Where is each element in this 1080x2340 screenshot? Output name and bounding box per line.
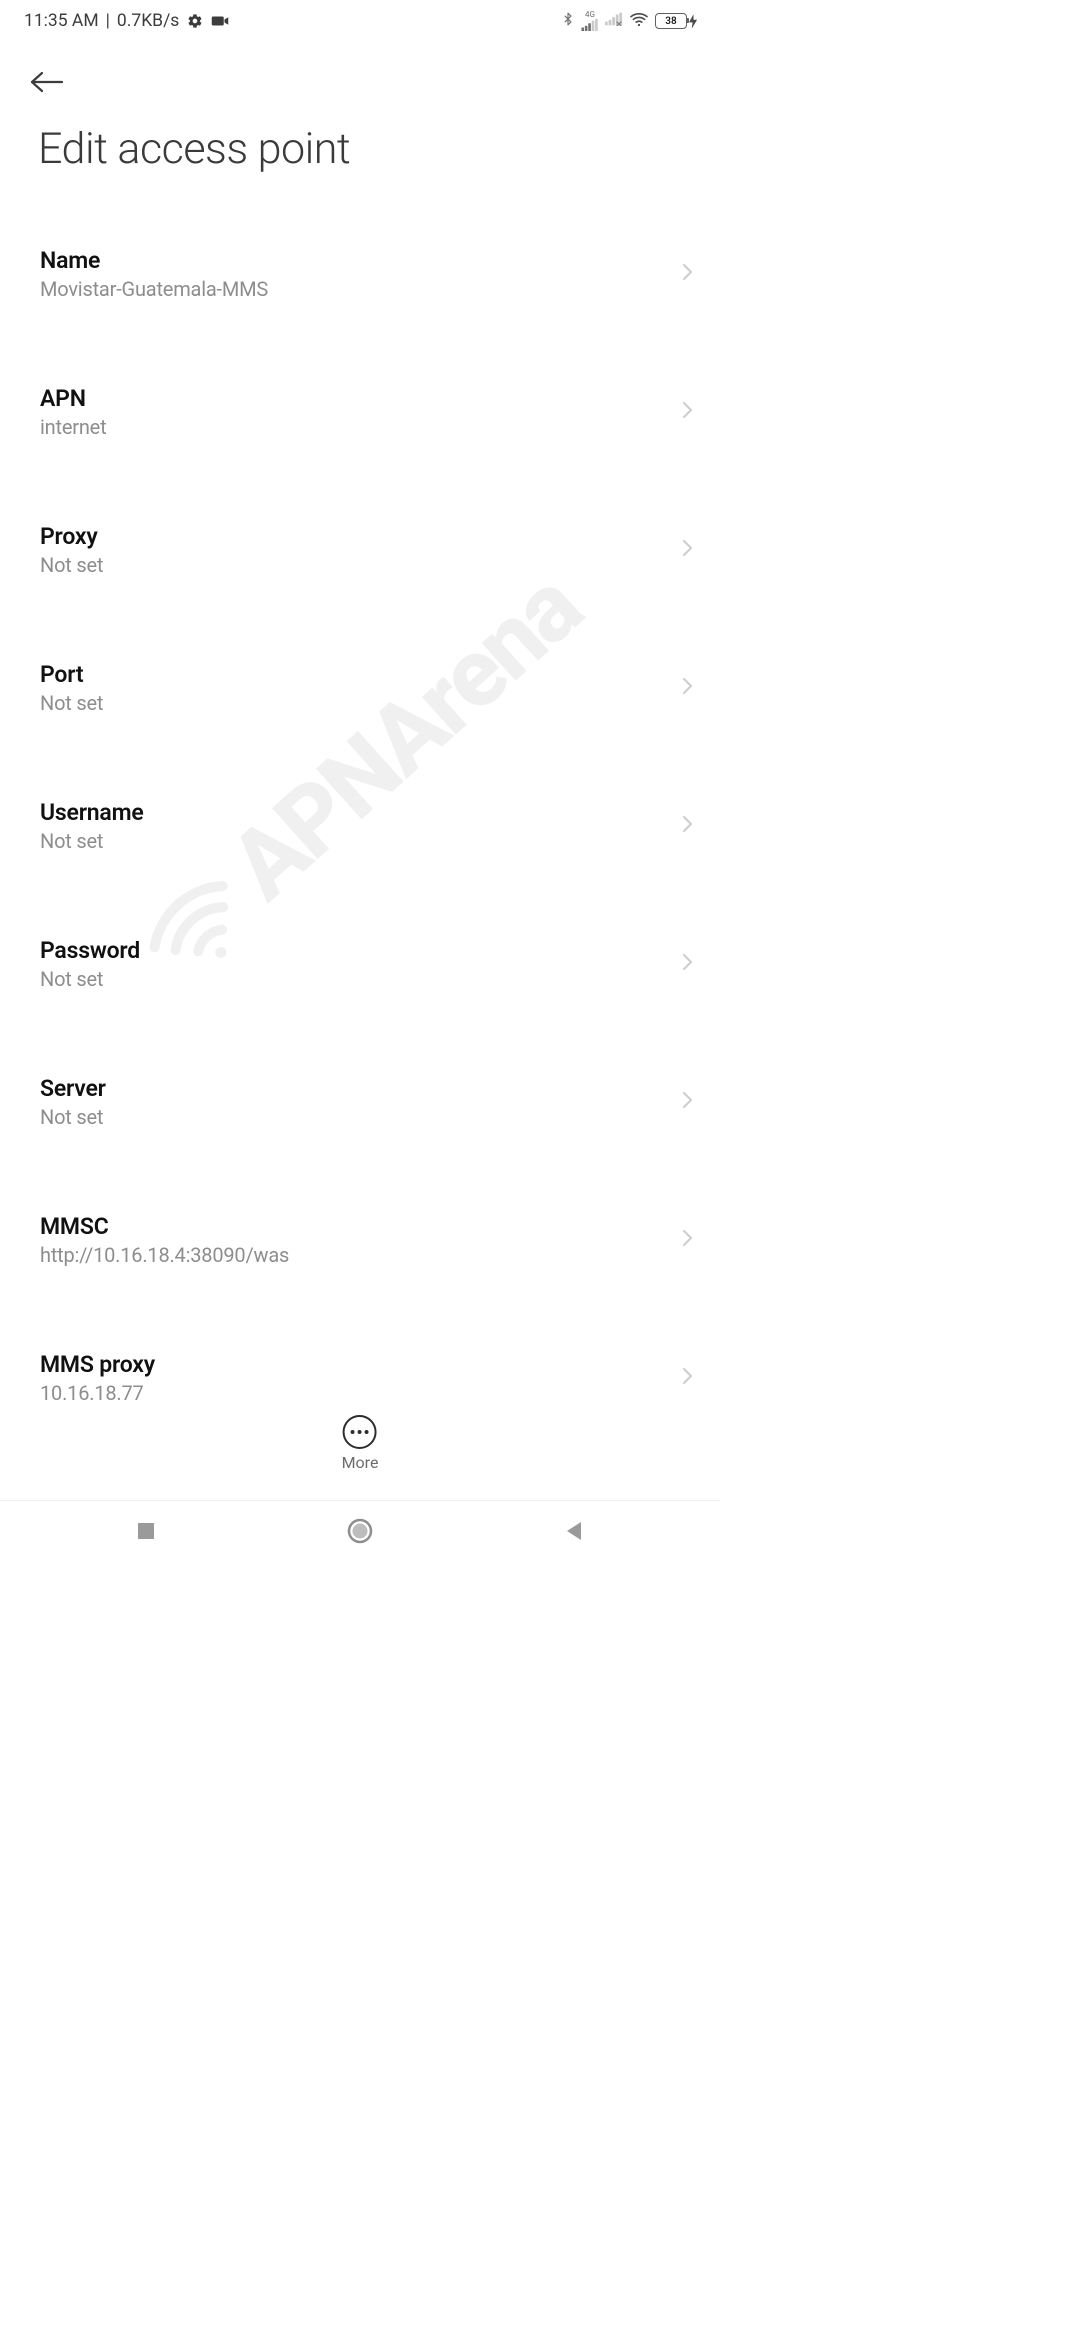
setting-row-proxy[interactable]: Proxy Not set [0,502,720,597]
ellipsis-icon [343,1415,377,1449]
chevron [682,952,694,976]
chevron [682,1090,694,1114]
chevron [682,814,694,838]
status-bar: 11:35 AM | 0.7KB/s 4G [0,0,720,42]
row-value: Not set [40,1105,670,1129]
status-data-rate: 0.7KB/s [117,11,179,31]
gear-icon [187,13,203,29]
triangle-left-icon [564,1520,584,1542]
setting-row-name[interactable]: Name Movistar-Guatemala-MMS [0,226,720,321]
row-label: Username [40,799,670,826]
more-label: More [342,1453,379,1472]
status-time: 11:35 AM [24,11,99,31]
chevron-right-icon [682,814,694,834]
page-title: Edit access point [38,124,696,174]
row-label: Server [40,1075,670,1102]
back-button[interactable] [30,62,70,102]
row-texts: Name Movistar-Guatemala-MMS [40,247,670,301]
nav-home-button[interactable] [323,1510,397,1552]
status-right: 4G [561,10,698,33]
row-value: Not set [40,691,670,715]
row-value: Not set [40,553,670,577]
row-value: internet [40,415,670,439]
chevron [682,400,694,424]
row-texts: Username Not set [40,799,670,853]
chevron [682,1366,694,1390]
chevron-right-icon [682,952,694,972]
chevron-right-icon [682,262,694,282]
status-separator: | [106,11,110,31]
chevron [682,676,694,700]
row-value: 10.16.18.77 [40,1381,670,1405]
row-value: Not set [40,967,670,991]
chevron-right-icon [682,538,694,558]
arrow-left-icon [30,70,64,94]
navigation-bar [0,1500,720,1560]
row-texts: MMSC http://10.16.18.4:38090/was [40,1213,670,1267]
more-button[interactable]: More [342,1415,379,1472]
camera-icon [211,14,229,28]
row-label: MMS proxy [40,1351,670,1378]
setting-row-password[interactable]: Password Not set [0,916,720,1011]
square-icon [136,1521,156,1541]
row-label: Port [40,661,670,688]
chevron-right-icon [682,400,694,420]
row-texts: Password Not set [40,937,670,991]
row-texts: MMS proxy 10.16.18.77 [40,1351,670,1405]
row-label: Proxy [40,523,670,550]
row-texts: Server Not set [40,1075,670,1129]
chevron-right-icon [682,1366,694,1386]
circle-icon [347,1518,373,1544]
setting-row-mmsc[interactable]: MMSC http://10.16.18.4:38090/was [0,1192,720,1287]
chevron [682,262,694,286]
signal1-label: 4G [585,11,595,19]
chevron [682,1228,694,1252]
signal2-icon [605,11,623,31]
status-left: 11:35 AM | 0.7KB/s [24,11,229,31]
settings-list: Name Movistar-Guatemala-MMS APN internet Pro… [0,226,720,1425]
setting-row-username[interactable]: Username Not set [0,778,720,873]
chevron-right-icon [682,1090,694,1110]
chevron-right-icon [682,676,694,696]
nav-back-button[interactable] [540,1512,608,1550]
row-label: Name [40,247,670,274]
chevron-right-icon [682,1228,694,1248]
nav-recent-button[interactable] [112,1513,180,1549]
setting-row-port[interactable]: Port Not set [0,640,720,735]
signal1-icon [581,19,599,31]
battery-percent: 38 [656,14,686,28]
row-label: Password [40,937,670,964]
header: Edit access point [0,42,720,174]
battery-indicator: 38 [655,13,698,29]
charging-icon [689,14,698,29]
row-value: http://10.16.18.4:38090/was [40,1243,670,1267]
row-texts: Port Not set [40,661,670,715]
row-texts: APN internet [40,385,670,439]
setting-row-apn[interactable]: APN internet [0,364,720,459]
setting-row-server[interactable]: Server Not set [0,1054,720,1149]
signal1-container: 4G [581,11,599,31]
bluetooth-icon [561,10,575,33]
row-value: Movistar-Guatemala-MMS [40,277,670,301]
row-label: APN [40,385,670,412]
chevron [682,538,694,562]
wifi-status-icon [629,11,649,32]
row-label: MMSC [40,1213,670,1240]
row-value: Not set [40,829,670,853]
row-texts: Proxy Not set [40,523,670,577]
setting-row-mmsproxy[interactable]: MMS proxy 10.16.18.77 [0,1330,720,1425]
